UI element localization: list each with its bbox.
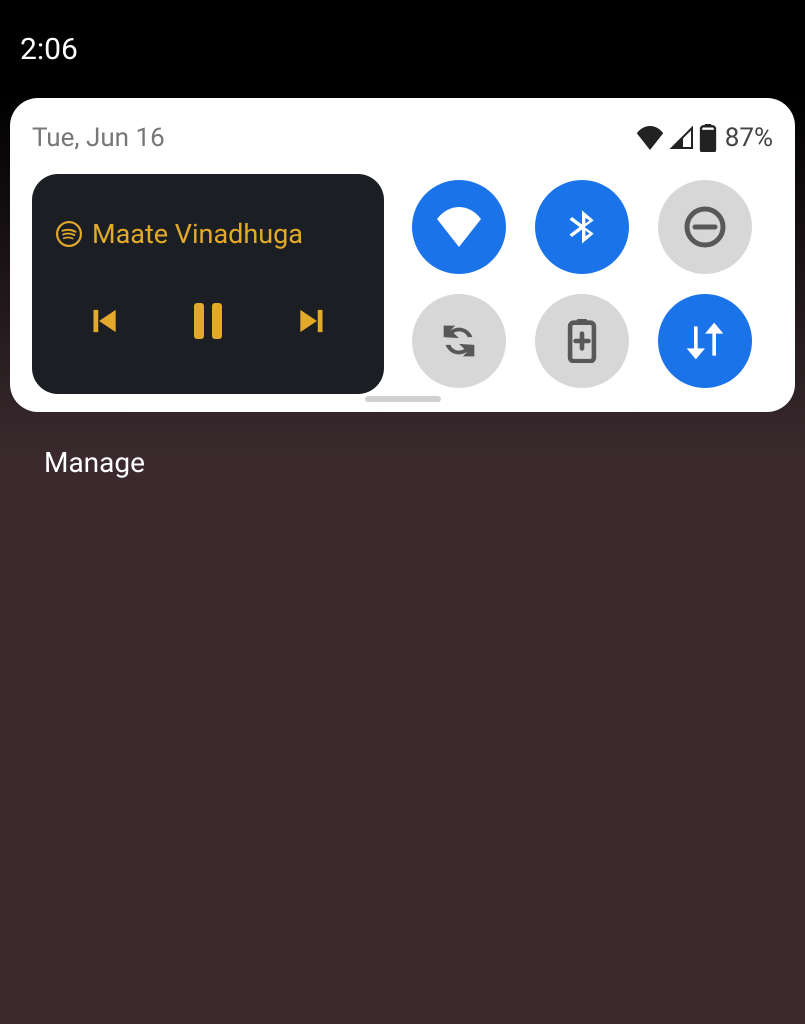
wifi-status-icon [635,126,665,150]
do-not-disturb-icon [681,203,729,251]
bluetooth-toggle[interactable] [535,180,629,274]
manage-button[interactable]: Manage [0,412,805,513]
manage-label: Manage [44,446,145,479]
clock: 2:06 [20,32,78,67]
wifi-toggle[interactable] [412,180,506,274]
next-track-icon[interactable] [294,302,332,340]
battery-percent: 87% [725,123,773,153]
quick-settings-panel: Tue, Jun 16 87% Maate Vinadhuga [10,98,795,412]
bluetooth-icon [562,203,602,251]
wifi-icon [435,207,483,247]
pause-icon[interactable] [184,297,232,345]
panel-body: Maate Vinadhuga [32,174,773,394]
status-bar: 2:06 [0,0,805,98]
spotify-icon [56,221,82,247]
do-not-disturb-toggle[interactable] [658,180,752,274]
battery-status-icon [699,124,717,152]
signal-status-icon [669,126,695,150]
media-player-card[interactable]: Maate Vinadhuga [32,174,384,394]
battery-saver-toggle[interactable] [535,294,629,388]
battery-saver-icon [567,319,597,363]
previous-track-icon[interactable] [84,302,122,340]
quick-settings-grid [412,174,752,394]
status-icons: 87% [635,123,773,153]
panel-header: Tue, Jun 16 87% [32,116,773,160]
auto-rotate-icon [436,318,482,364]
mobile-data-toggle[interactable] [658,294,752,388]
mobile-data-icon [683,319,727,363]
media-title: Maate Vinadhuga [92,218,303,250]
auto-rotate-toggle[interactable] [412,294,506,388]
media-controls [56,297,360,353]
media-title-row: Maate Vinadhuga [56,218,360,250]
drag-handle[interactable] [365,396,441,402]
date-text: Tue, Jun 16 [32,123,165,153]
